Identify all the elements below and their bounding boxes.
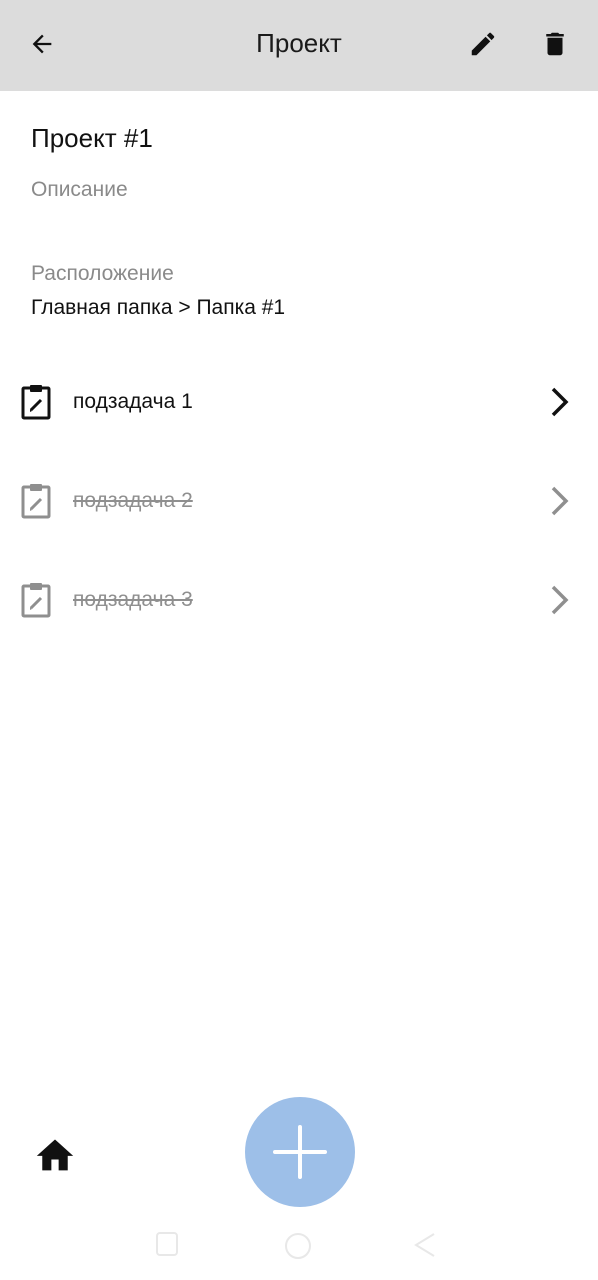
clipboard-edit-icon <box>21 583 51 618</box>
trash-icon <box>546 32 564 56</box>
home-nav-icon[interactable] <box>282 1230 314 1262</box>
location-label: Расположение <box>31 262 174 285</box>
clipboard-edit-icon <box>21 484 51 519</box>
project-name: Проект #1 <box>31 123 153 153</box>
subtask-label: подзадача 3 <box>73 588 193 611</box>
chevron-right-icon <box>551 387 569 417</box>
subtask-item-1[interactable]: подзадача 1 <box>0 362 598 442</box>
app-bar: Проект <box>0 0 598 91</box>
home-button[interactable] <box>33 1134 77 1174</box>
chevron-right-icon <box>551 486 569 516</box>
subtask-label: подзадача 1 <box>73 390 193 413</box>
chevron-right-icon <box>551 585 569 615</box>
plus-icon <box>273 1125 327 1179</box>
clipboard-edit-icon <box>21 385 51 420</box>
page-title: Проект <box>256 28 342 58</box>
recent-apps-icon[interactable] <box>154 1230 180 1260</box>
back-nav-icon[interactable] <box>412 1230 438 1260</box>
edit-button[interactable] <box>459 20 507 68</box>
delete-button[interactable] <box>531 20 579 68</box>
subtask-item-2[interactable]: подзадача 2 <box>0 461 598 541</box>
project-description: Описание <box>31 178 128 201</box>
edit-pencil-icon <box>471 32 495 56</box>
system-nav-bar <box>0 1220 598 1280</box>
subtask-item-3[interactable]: подзадача 3 <box>0 560 598 640</box>
subtask-label: подзадача 2 <box>73 489 193 512</box>
home-icon <box>36 1139 74 1171</box>
project-screen: Проект Проект #1 Описание Расположение Г… <box>0 0 598 1280</box>
add-subtask-button[interactable] <box>245 1097 355 1207</box>
location-path: Главная папка > Папка #1 <box>31 296 286 319</box>
